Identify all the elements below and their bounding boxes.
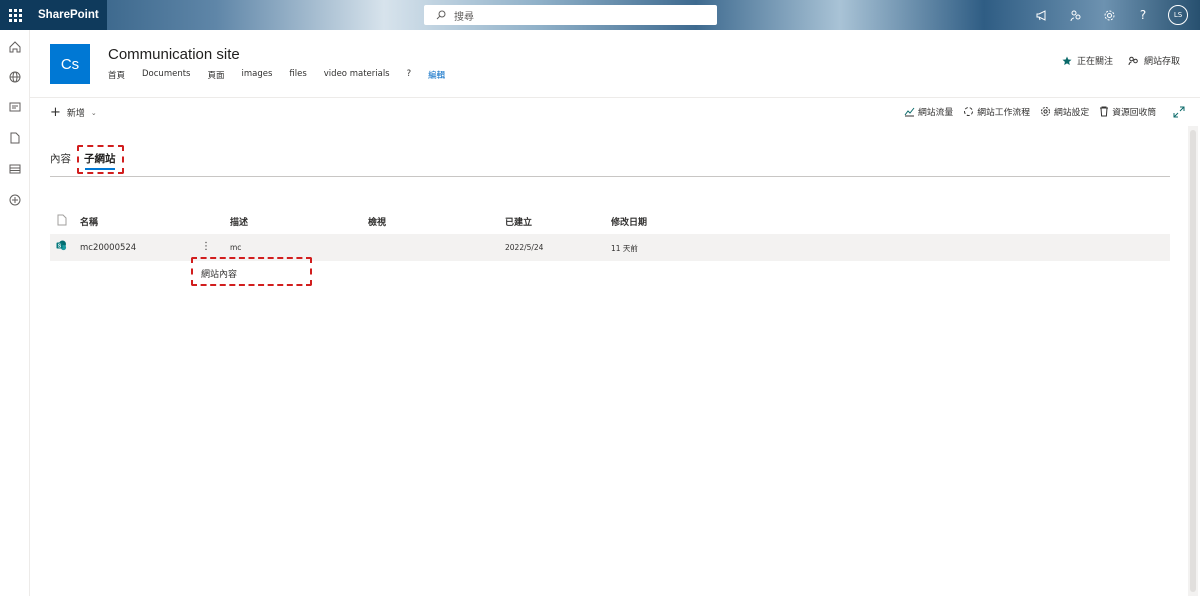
column-header-description[interactable]: 描述 bbox=[230, 215, 248, 228]
column-header-name[interactable]: 名稱 bbox=[80, 215, 98, 228]
file-icon[interactable] bbox=[8, 131, 22, 145]
list-icon[interactable] bbox=[8, 162, 22, 176]
nav-item-video-materials[interactable]: video materials bbox=[324, 69, 390, 81]
brand-link[interactable]: SharePoint bbox=[30, 0, 107, 30]
nav-edit-link[interactable]: 編輯 bbox=[428, 69, 445, 81]
site-settings-button[interactable]: 網站設定 bbox=[1040, 105, 1089, 118]
avatar[interactable]: LS bbox=[1168, 5, 1188, 25]
pivot-divider bbox=[50, 176, 1170, 177]
plus-icon: + bbox=[50, 104, 61, 120]
chevron-down-icon: ⌄ bbox=[90, 108, 97, 117]
scrollbar[interactable] bbox=[1188, 126, 1198, 596]
site-access-button[interactable]: 網站存取 bbox=[1128, 54, 1180, 67]
gear-icon[interactable] bbox=[1100, 6, 1118, 24]
site-usage-label: 網站流量 bbox=[918, 108, 954, 118]
search-placeholder: 搜尋 bbox=[454, 11, 474, 23]
new-label: 新增 bbox=[66, 109, 85, 119]
nav-item-pages[interactable]: 頁面 bbox=[207, 69, 224, 81]
app-launcher-button[interactable] bbox=[0, 0, 30, 30]
star-icon bbox=[1062, 56, 1072, 65]
site-access-label: 網站存取 bbox=[1144, 57, 1181, 67]
site-title[interactable]: Communication site bbox=[108, 46, 240, 63]
site-workflows-button[interactable]: 網站工作流程 bbox=[963, 105, 1030, 118]
follow-button[interactable]: 正在關注 bbox=[1062, 54, 1113, 67]
expand-icon[interactable] bbox=[1173, 106, 1185, 118]
site-settings-label: 網站設定 bbox=[1054, 108, 1090, 118]
more-options-icon[interactable]: ⋮ bbox=[201, 242, 211, 252]
people-icon bbox=[1128, 56, 1138, 65]
tab-contents[interactable]: 內容 bbox=[50, 151, 71, 166]
site-navigation: 首頁 Documents 頁面 images files video mater… bbox=[108, 69, 445, 81]
recycle-bin-label: 資源回收筒 bbox=[1112, 108, 1157, 118]
nav-item-images[interactable]: images bbox=[242, 69, 273, 81]
row-created: 2022/5/24 bbox=[505, 243, 544, 252]
column-header-modified[interactable]: 修改日期 bbox=[611, 215, 647, 228]
column-header-created[interactable]: 已建立 bbox=[505, 215, 532, 228]
header-divider bbox=[30, 97, 1200, 98]
news-icon[interactable] bbox=[8, 100, 22, 114]
recycle-bin-button[interactable]: 資源回收筒 bbox=[1099, 105, 1156, 118]
site-logo[interactable]: Cs bbox=[50, 44, 90, 84]
help-icon[interactable]: ? bbox=[1134, 6, 1152, 24]
site-usage-button[interactable]: 網站流量 bbox=[904, 105, 953, 118]
follow-label: 正在關注 bbox=[1077, 57, 1114, 67]
sharepoint-site-icon: S bbox=[56, 240, 67, 251]
nav-item-question[interactable]: ? bbox=[407, 69, 412, 81]
left-app-rail bbox=[0, 30, 30, 596]
scrollbar-thumb[interactable] bbox=[1190, 130, 1196, 592]
suite-bar: SharePoint 搜尋 ? LS bbox=[0, 0, 1200, 30]
new-button[interactable]: + 新增 ⌄ bbox=[50, 104, 97, 120]
workflow-icon bbox=[964, 107, 974, 116]
globe-icon[interactable] bbox=[8, 70, 22, 84]
share-people-icon[interactable] bbox=[1066, 6, 1084, 24]
waffle-icon bbox=[8, 8, 22, 22]
trash-icon bbox=[1100, 106, 1109, 117]
suite-icons: ? LS bbox=[1032, 0, 1188, 30]
chart-icon bbox=[904, 107, 915, 117]
search-box[interactable]: 搜尋 bbox=[424, 5, 717, 25]
highlight-box-subsites-tab bbox=[77, 145, 124, 174]
row-description: mc bbox=[230, 243, 242, 252]
site-workflows-label: 網站工作流程 bbox=[977, 108, 1030, 118]
home-icon[interactable] bbox=[8, 40, 22, 54]
file-type-header-icon bbox=[57, 214, 67, 226]
command-bar-right: 網站流量 網站工作流程 網站設定 資源回收筒 bbox=[904, 105, 1156, 118]
nav-item-documents[interactable]: Documents bbox=[142, 69, 190, 81]
create-icon[interactable] bbox=[8, 193, 22, 207]
column-header-views[interactable]: 檢視 bbox=[368, 215, 386, 228]
row-modified: 11 天前 bbox=[611, 244, 638, 253]
nav-item-files[interactable]: files bbox=[289, 69, 306, 81]
nav-item-home[interactable]: 首頁 bbox=[108, 69, 125, 81]
highlight-box-site-contents bbox=[191, 257, 312, 286]
search-icon bbox=[436, 10, 446, 20]
megaphone-icon[interactable] bbox=[1032, 6, 1050, 24]
row-name[interactable]: mc20000524 bbox=[80, 243, 136, 253]
gear-icon bbox=[1041, 107, 1050, 116]
